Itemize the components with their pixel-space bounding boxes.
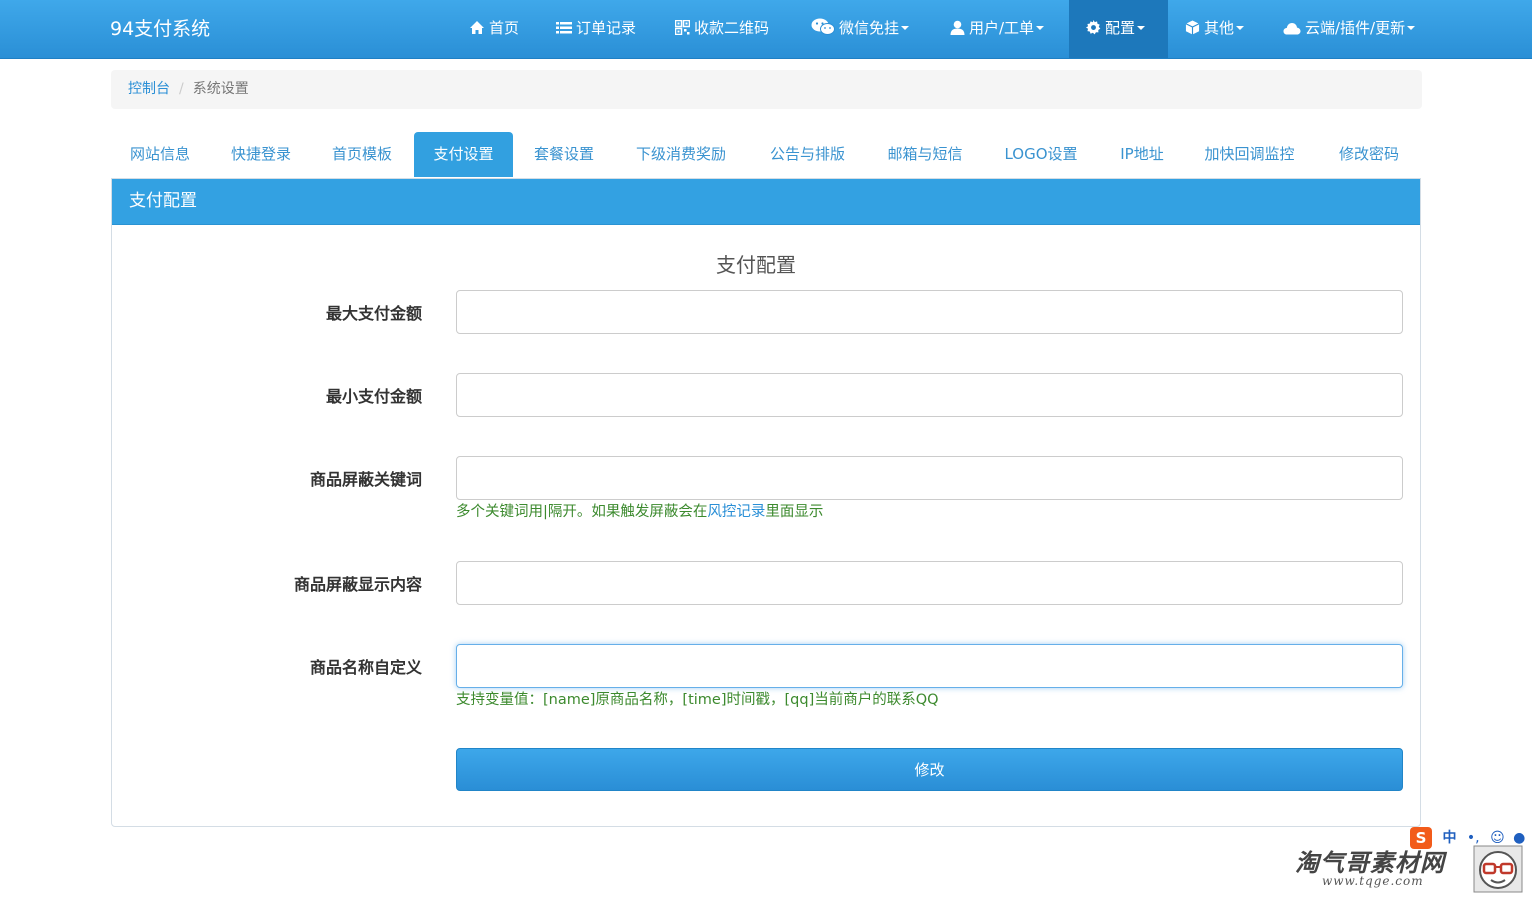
custom-name-input[interactable] [456,644,1403,688]
settings-tabs: 网站信息 快捷登录 首页模板 支付设置 套餐设置 下级消费奖励 公告与排版 邮箱… [111,132,1422,178]
tab-ip-address[interactable]: IP地址 [1103,132,1181,177]
nav-users-label: 用户/工单 [969,19,1035,37]
max-amount-label: 最大支付金额 [325,304,422,323]
tab-payment-settings[interactable]: 支付设置 [414,132,513,177]
nav-wechat[interactable]: 微信免挂 [809,0,911,58]
top-navbar: 94支付系统 首页 订单记录 收款二维码 微信免挂 用户/工单 配置 其他 云端… [0,0,1532,59]
tab-logo-settings[interactable]: LOGO设置 [986,132,1096,177]
list-icon [556,2,572,58]
nav-other-label: 其他 [1204,19,1235,37]
tab-change-password[interactable]: 修改密码 [1321,132,1417,177]
tab-email-sms[interactable]: 邮箱与短信 [869,132,981,177]
nav-home[interactable]: 首页 [467,0,521,58]
nav-cloud[interactable]: 云端/插件/更新 [1281,0,1417,58]
chevron-down-icon [901,26,910,30]
breadcrumb: 控制台 / 系统设置 [111,70,1422,109]
brand-logo[interactable]: 94支付系统 [110,15,210,43]
chevron-down-icon [1407,26,1416,30]
chevron-down-icon [1036,26,1045,30]
watermark-url: www.tqge.com [1322,874,1424,888]
panel-heading: 支付配置 [112,179,1420,225]
glasses-face-icon [1473,845,1523,893]
breadcrumb-current: 系统设置 [192,81,249,97]
block-display-input[interactable] [456,561,1403,605]
tab-package-settings[interactable]: 套餐设置 [515,132,613,177]
watermark-text: 淘气哥素材网 [1295,849,1445,877]
block-keywords-label: 商品屏蔽关键词 [309,470,422,489]
nav-wechat-label: 微信免挂 [839,19,900,37]
ime-punctuation-icon: •, [1466,830,1480,846]
home-icon [469,2,485,58]
qrcode-icon [674,2,691,58]
tab-callback-monitor[interactable]: 加快回调监控 [1191,132,1308,177]
block-keywords-help-after: 里面显示 [765,504,824,520]
block-keywords-input[interactable] [456,456,1403,500]
chevron-down-icon [1137,26,1146,30]
block-keywords-help: 多个关键词用|隔开。如果触发屏蔽会在风控记录里面显示 [456,500,823,521]
nav-orders[interactable]: 订单记录 [554,0,638,58]
nav-home-label: 首页 [489,19,520,37]
microphone-icon: ● [1513,830,1526,846]
tab-site-info[interactable]: 网站信息 [111,132,209,177]
breadcrumb-home-link[interactable]: 控制台 [128,81,170,97]
max-amount-input[interactable] [456,290,1403,334]
nav-qrcode-label: 收款二维码 [694,19,770,37]
custom-name-label: 商品名称自定义 [309,658,422,677]
cube-icon [1185,2,1200,58]
tab-home-template[interactable]: 首页模板 [313,132,411,177]
min-amount-input[interactable] [456,373,1403,417]
custom-name-help: 支持变量值：[name]原商品名称，[time]时间戳，[qq]当前商户的联系Q… [456,692,939,708]
block-display-label: 商品屏蔽显示内容 [293,575,422,594]
min-amount-label: 最小支付金额 [325,387,422,406]
tab-quick-login[interactable]: 快捷登录 [212,132,310,177]
cloud-icon [1283,2,1301,58]
chevron-down-icon [1236,26,1245,30]
tab-subordinate-reward[interactable]: 下级消费奖励 [617,132,745,177]
risk-record-link[interactable]: 风控记录 [707,504,765,520]
nav-qrcode[interactable]: 收款二维码 [673,0,771,58]
smiley-icon: ☺ [1490,830,1505,846]
wechat-icon [811,2,835,58]
nav-cloud-label: 云端/插件/更新 [1305,19,1406,37]
payment-config-panel: 支付配置 支付配置 最大支付金额 最小支付金额 商品屏蔽关键词 多个关键词用|隔… [111,178,1421,827]
form-title-text: 支付配置 [716,253,796,277]
gear-icon [1086,2,1101,58]
block-keywords-help-before: 多个关键词用|隔开。如果触发屏蔽会在 [456,504,708,520]
nav-config-label: 配置 [1105,19,1136,37]
submit-button[interactable]: 修改 [456,748,1403,791]
nav-other[interactable]: 其他 [1183,0,1246,58]
form-title: 支付配置 [112,249,1422,278]
tab-announcement-layout[interactable]: 公告与排版 [751,132,864,177]
user-icon [950,2,965,58]
nav-orders-label: 订单记录 [576,19,637,37]
nav-config[interactable]: 配置 [1069,0,1168,58]
breadcrumb-separator: / [179,81,184,97]
nav-users[interactable]: 用户/工单 [948,0,1046,58]
